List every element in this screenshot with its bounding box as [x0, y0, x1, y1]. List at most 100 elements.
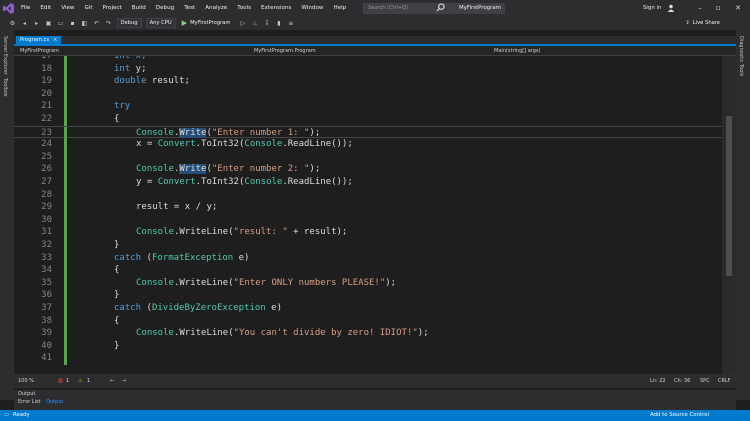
menu-window[interactable]: Window: [296, 0, 328, 16]
code-line[interactable]: 20: [14, 87, 722, 101]
error-icon[interactable]: ⨂: [58, 378, 63, 384]
code-line[interactable]: 18 int y;: [14, 62, 722, 76]
start-button[interactable]: ▶ MyFirstProgram: [182, 19, 231, 27]
menu-debug[interactable]: Debug: [151, 0, 179, 16]
line-number: 39: [41, 328, 52, 339]
code-line[interactable]: 27 y = Convert.ToInt32(Console.ReadLine()…: [14, 176, 722, 189]
redo-icon[interactable]: ↷: [104, 19, 113, 28]
code-line[interactable]: 38 {: [14, 314, 722, 328]
menu-project[interactable]: Project: [98, 0, 127, 16]
code-token: "Enter ONLY numbers PLEASE!": [233, 277, 386, 288]
line-number: 28: [41, 189, 52, 200]
code-line[interactable]: 24 x = Convert.ToInt32(Console.ReadLine()…: [14, 138, 722, 151]
open-folder-icon[interactable]: ▭: [56, 19, 65, 28]
undo-icon[interactable]: ↶: [92, 19, 101, 28]
navigation-bar: MyFirstProgram MyFirstProgram.Program Ma…: [14, 46, 736, 56]
nav-forward-icon[interactable]: →: [122, 378, 126, 384]
server-explorer-tab[interactable]: Server Explorer: [2, 36, 8, 75]
line-number: 29: [41, 202, 52, 213]
change-marker: [64, 339, 67, 353]
hot-reload-icon[interactable]: ♨: [250, 19, 259, 28]
class-dropdown[interactable]: MyFirstProgram.Program: [254, 47, 316, 55]
spacing-mode[interactable]: SPC: [700, 378, 710, 384]
search-input[interactable]: Search (Ctrl+Q): [363, 2, 462, 14]
member-dropdown[interactable]: Main(string[] args): [494, 47, 541, 55]
code-line[interactable]: 17 int x;: [14, 56, 722, 63]
menu-build[interactable]: Build: [127, 0, 151, 16]
start-without-debug-icon[interactable]: ▷: [238, 19, 247, 28]
code-line[interactable]: 35 Console.WriteLine("Enter ONLY numbers …: [14, 276, 722, 290]
tab-output[interactable]: Output: [46, 399, 63, 405]
menu-help[interactable]: Help: [328, 0, 351, 16]
code-line[interactable]: 31 Console.WriteLine("result: " + result)…: [14, 226, 722, 239]
code-line[interactable]: 25: [14, 150, 722, 164]
change-marker: [64, 302, 67, 315]
back-icon[interactable]: ◂: [20, 19, 29, 28]
code-line[interactable]: 33 catch (FormatException e): [14, 251, 722, 265]
search-icon[interactable]: [436, 3, 445, 12]
change-marker: [64, 176, 67, 189]
close-window-button[interactable]: ✕: [728, 0, 748, 16]
code-text: }: [114, 289, 119, 302]
menu-edit[interactable]: Edit: [35, 0, 56, 16]
line-number: 41: [41, 353, 52, 364]
code-line[interactable]: 30: [14, 213, 722, 227]
change-marker: [64, 239, 67, 252]
sign-in-link[interactable]: Sign in: [643, 0, 661, 16]
scrollbar-thumb[interactable]: [726, 116, 732, 276]
nav-back-icon[interactable]: ←: [110, 378, 114, 384]
comment-icon[interactable]: ≡: [286, 19, 295, 28]
save-all-icon[interactable]: ◧: [80, 19, 89, 28]
maximize-button[interactable]: ▫: [708, 0, 728, 16]
toolbox-tab[interactable]: Toolbox: [2, 78, 8, 97]
new-project-icon[interactable]: ▣: [44, 19, 53, 28]
configuration-select[interactable]: Debug: [116, 18, 142, 28]
settings-icon[interactable]: ⚙: [8, 19, 17, 28]
code-editor[interactable]: 17 int x; 18 int y; 19 double result; 20 21 try 2…: [14, 56, 722, 374]
menu-analyze[interactable]: Analyze: [200, 0, 232, 16]
editor-scrollbar[interactable]: [722, 56, 736, 374]
project-dropdown[interactable]: MyFirstProgram: [20, 47, 59, 55]
forward-icon[interactable]: ▸: [32, 19, 41, 28]
menu-git[interactable]: Git: [80, 0, 98, 16]
code-line[interactable]: 29 result = x / y;: [14, 201, 722, 214]
source-control-button[interactable]: Add to Source Control: [650, 412, 709, 418]
tab-program-cs[interactable]: Program.cs ×: [16, 36, 62, 45]
close-tab-icon[interactable]: ×: [53, 36, 57, 45]
code-line[interactable]: 32}: [14, 239, 722, 252]
live-share-button[interactable]: ⇪ Live Share: [685, 16, 720, 30]
code-line[interactable]: 41: [14, 352, 722, 365]
code-line[interactable]: 23 Console.Write("Enter number 1: ");: [14, 125, 722, 140]
visual-studio-logo-icon[interactable]: [0, 0, 16, 16]
save-icon[interactable]: ▪: [68, 19, 77, 28]
menu-tools[interactable]: Tools: [232, 0, 256, 16]
tab-error-list[interactable]: Error List: [18, 399, 41, 405]
code-line[interactable]: 40}: [14, 339, 722, 353]
line-ending[interactable]: CRLF: [718, 378, 731, 384]
warning-icon[interactable]: ⚠: [78, 378, 82, 384]
account-icon[interactable]: [667, 4, 675, 12]
code-line[interactable]: 19 double result;: [14, 75, 722, 88]
menu-view[interactable]: View: [56, 0, 79, 16]
code-line[interactable]: 28: [14, 188, 722, 202]
code-line[interactable]: 39 Console.WriteLine("You can't divide by…: [14, 327, 722, 340]
code-line[interactable]: 21 try: [14, 100, 722, 113]
menu-test[interactable]: Test: [179, 0, 200, 16]
code-token: e): [233, 252, 250, 263]
diagnostic-tools-tab[interactable]: Diagnostic Tools: [738, 36, 744, 76]
code-line[interactable]: 26 Console.Write("Enter number 2: ");: [14, 163, 722, 176]
menu-file[interactable]: File: [16, 0, 35, 16]
zoom-level[interactable]: 100 %: [18, 378, 34, 384]
menu-extensions[interactable]: Extensions: [256, 0, 296, 16]
code-line[interactable]: 36}: [14, 289, 722, 302]
minimize-button[interactable]: –: [690, 0, 710, 16]
bookmark-icon[interactable]: ▮: [274, 19, 283, 28]
step-icon[interactable]: ↧: [262, 19, 271, 28]
code-line[interactable]: 37 catch (DivideByZeroException e): [14, 302, 722, 315]
code-token: "Enter number 2: ": [211, 164, 310, 175]
code-token: {: [114, 315, 120, 326]
code-line[interactable]: 22 {: [14, 113, 722, 126]
code-line[interactable]: 34 {: [14, 264, 722, 277]
bottom-panel: Output Error List Output: [14, 390, 736, 410]
platform-select[interactable]: Any CPU: [145, 18, 176, 28]
